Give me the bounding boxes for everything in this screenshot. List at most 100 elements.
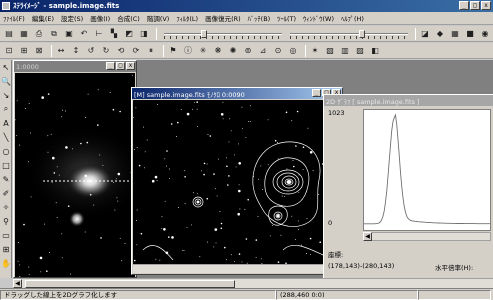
cascade-icon[interactable]: ▨ — [354, 45, 366, 57]
open-icon[interactable]: ▤ — [3, 28, 15, 40]
copy-icon[interactable]: ⧉ — [48, 28, 60, 40]
star — [85, 117, 87, 118]
maximize-button[interactable]: □ — [470, 1, 480, 10]
zoom-fit-icon[interactable]: ⊠ — [33, 45, 45, 57]
fit-icon[interactable]: ⊞ — [18, 45, 30, 57]
menu-item[interactable]: ﾂｰﾙ(T) — [277, 13, 296, 23]
rotate-any-icon[interactable]: ⟳ — [130, 45, 142, 57]
white-level-slider[interactable] — [290, 28, 408, 40]
pen-tool-icon[interactable]: ✎ — [0, 172, 12, 186]
app-icon[interactable] — [2, 2, 10, 10]
marker-icon[interactable]: ⚑ — [167, 45, 179, 57]
window-title-bar[interactable]: 2D ｸﾞﾗﾌ [ sample.image.fits ] — [324, 95, 493, 106]
menu-item[interactable]: ﾊﾞｯﾁ(B) — [248, 13, 271, 23]
sharpen-icon[interactable]: ✶ — [309, 45, 321, 57]
select-arrow-icon[interactable]: ↖ — [0, 60, 12, 74]
photometry-icon[interactable]: ⊙ — [272, 45, 284, 57]
bw-icon[interactable]: ◪ — [419, 28, 431, 40]
pause-icon[interactable]: ⏸ — [145, 45, 157, 57]
star — [296, 110, 299, 113]
minimize-button[interactable]: _ — [106, 62, 115, 70]
menu-item[interactable]: ﾌｨﾙﾀ(L) — [176, 13, 198, 23]
text-tool-icon[interactable]: A — [0, 116, 12, 130]
minimize-button[interactable]: _ — [312, 89, 321, 97]
rotate-ccw-icon[interactable]: ↺ — [85, 45, 97, 57]
menu-bar: ﾌｧｲﾙ(F) 編集(E) 設定(S) 画像(I) 合成(C) 階調(V) ﾌｨﾙﾀ(L) 画… — [0, 12, 493, 25]
window-title-bar[interactable]: [M] sample.image.fits ﾓﾉｸﾛ 0:0090 _ □ x — [132, 88, 342, 99]
flip-h-icon[interactable]: ↔ — [55, 45, 67, 57]
menu-item[interactable]: ﾌｧｲﾙ(F) — [3, 13, 25, 23]
info-icon[interactable]: ⓘ — [182, 45, 194, 57]
zoom-tool-icon[interactable]: 🔍 — [0, 74, 12, 88]
horizontal-scrollbar[interactable] — [133, 264, 331, 273]
close-button[interactable]: x — [126, 62, 135, 70]
fill-tool-icon[interactable]: ✧ — [0, 200, 12, 214]
blink-icon[interactable]: ▧ — [324, 45, 336, 57]
contour-image-canvas[interactable] — [133, 100, 331, 265]
nebula-icon[interactable]: ❋ — [212, 45, 224, 57]
star-icon[interactable]: ✳ — [197, 45, 209, 57]
menu-item[interactable]: 画像(I) — [90, 13, 110, 23]
print-icon[interactable]: ⎙ — [33, 28, 45, 40]
menu-item[interactable]: 画像復元(R) — [205, 13, 241, 23]
rotate-180-icon[interactable]: ⟲ — [115, 45, 127, 57]
grid-tool-icon[interactable]: ⊞ — [0, 242, 12, 256]
menu-item[interactable]: ｳｨﾝﾄﾞｳ(W) — [303, 13, 334, 23]
minimize-button[interactable]: _ — [459, 1, 469, 10]
slider-track — [290, 32, 408, 35]
measure-icon[interactable]: ⊿ — [257, 45, 269, 57]
window-title-bar[interactable]: 1:0000 _ □ x — [14, 61, 136, 72]
graph-window[interactable]: 2D ｸﾞﾗﾌ [ sample.image.fits ] 1023 0 ◀ 座… — [323, 94, 493, 278]
astro-image-canvas[interactable] — [15, 73, 135, 277]
star — [230, 130, 232, 132]
menu-item[interactable]: ﾍﾙﾌﾟ(H) — [341, 13, 364, 23]
grid-icon[interactable]: ▦ — [449, 28, 461, 40]
menu-item[interactable]: 階調(V) — [147, 13, 170, 23]
black-level-slider[interactable] — [164, 28, 282, 40]
histogram-icon[interactable]: ▚ — [108, 28, 120, 40]
gamma-icon[interactable]: ◩ — [123, 28, 135, 40]
magnify-icon[interactable]: ⌕ — [0, 102, 12, 116]
eyedropper-icon[interactable]: ✐ — [0, 186, 12, 200]
close-button[interactable]: x — [481, 1, 491, 10]
stamp-icon[interactable]: ⚲ — [0, 214, 12, 228]
negative-icon[interactable]: ◆ — [434, 28, 446, 40]
stack-icon[interactable]: ⊚ — [242, 45, 254, 57]
menu-item[interactable]: 編集(E) — [32, 13, 54, 23]
paste-icon[interactable]: ▣ — [63, 28, 75, 40]
save-icon[interactable]: ▦ — [18, 28, 30, 40]
menu-item[interactable]: 合成(C) — [117, 13, 140, 23]
slider-thumb[interactable] — [200, 29, 207, 38]
rect-tool-icon[interactable]: □ — [0, 158, 12, 172]
contour-icon[interactable]: ◎ — [287, 45, 299, 57]
level-icon[interactable]: ⊢ — [93, 28, 105, 40]
graph-scrollbar[interactable]: ◀ — [363, 232, 491, 241]
maximize-button[interactable]: □ — [116, 62, 125, 70]
coordinates-icon[interactable]: ▭ — [0, 228, 12, 242]
app-title-bar[interactable]: ｽﾃﾗｲﾒｰｼﾞ - sample.image.fits _ □ x — [0, 0, 493, 12]
galaxy-icon[interactable]: ✺ — [227, 45, 239, 57]
image-window-mono[interactable]: [M] sample.image.fits ﾓﾉｸﾛ 0:0090 _ □ x — [131, 87, 343, 275]
window-icon[interactable]: ◧ — [369, 45, 381, 57]
tile-icon[interactable]: ▥ — [339, 45, 351, 57]
zoom-icon[interactable]: ◉ — [479, 28, 491, 40]
star — [247, 198, 249, 201]
star — [80, 142, 82, 145]
slider-thumb[interactable] — [359, 29, 366, 38]
scrollbar-thumb[interactable] — [25, 280, 235, 288]
pan-tool-icon[interactable]: ✋ — [0, 256, 12, 270]
pick-icon[interactable]: ↘ — [0, 88, 12, 102]
undo-icon[interactable]: ↶ — [78, 28, 90, 40]
ellipse-tool-icon[interactable]: ○ — [0, 144, 12, 158]
line-tool-icon[interactable]: ╲ — [0, 130, 12, 144]
rgb-icon[interactable]: ■ — [464, 28, 476, 40]
image-window-left[interactable]: 1:0000 _ □ x — [13, 60, 137, 278]
contrast-icon[interactable]: ◨ — [138, 28, 150, 40]
scroll-left-arrow[interactable]: ◀ — [363, 232, 372, 241]
main-horizontal-scrollbar[interactable]: ◀ — [13, 278, 493, 288]
flip-v-icon[interactable]: ↕ — [70, 45, 82, 57]
scale-icon[interactable]: ⊡ — [3, 45, 15, 57]
menu-item[interactable]: 設定(S) — [61, 13, 83, 23]
rotate-cw-icon[interactable]: ↻ — [100, 45, 112, 57]
scroll-left-arrow[interactable]: ◀ — [13, 279, 22, 288]
